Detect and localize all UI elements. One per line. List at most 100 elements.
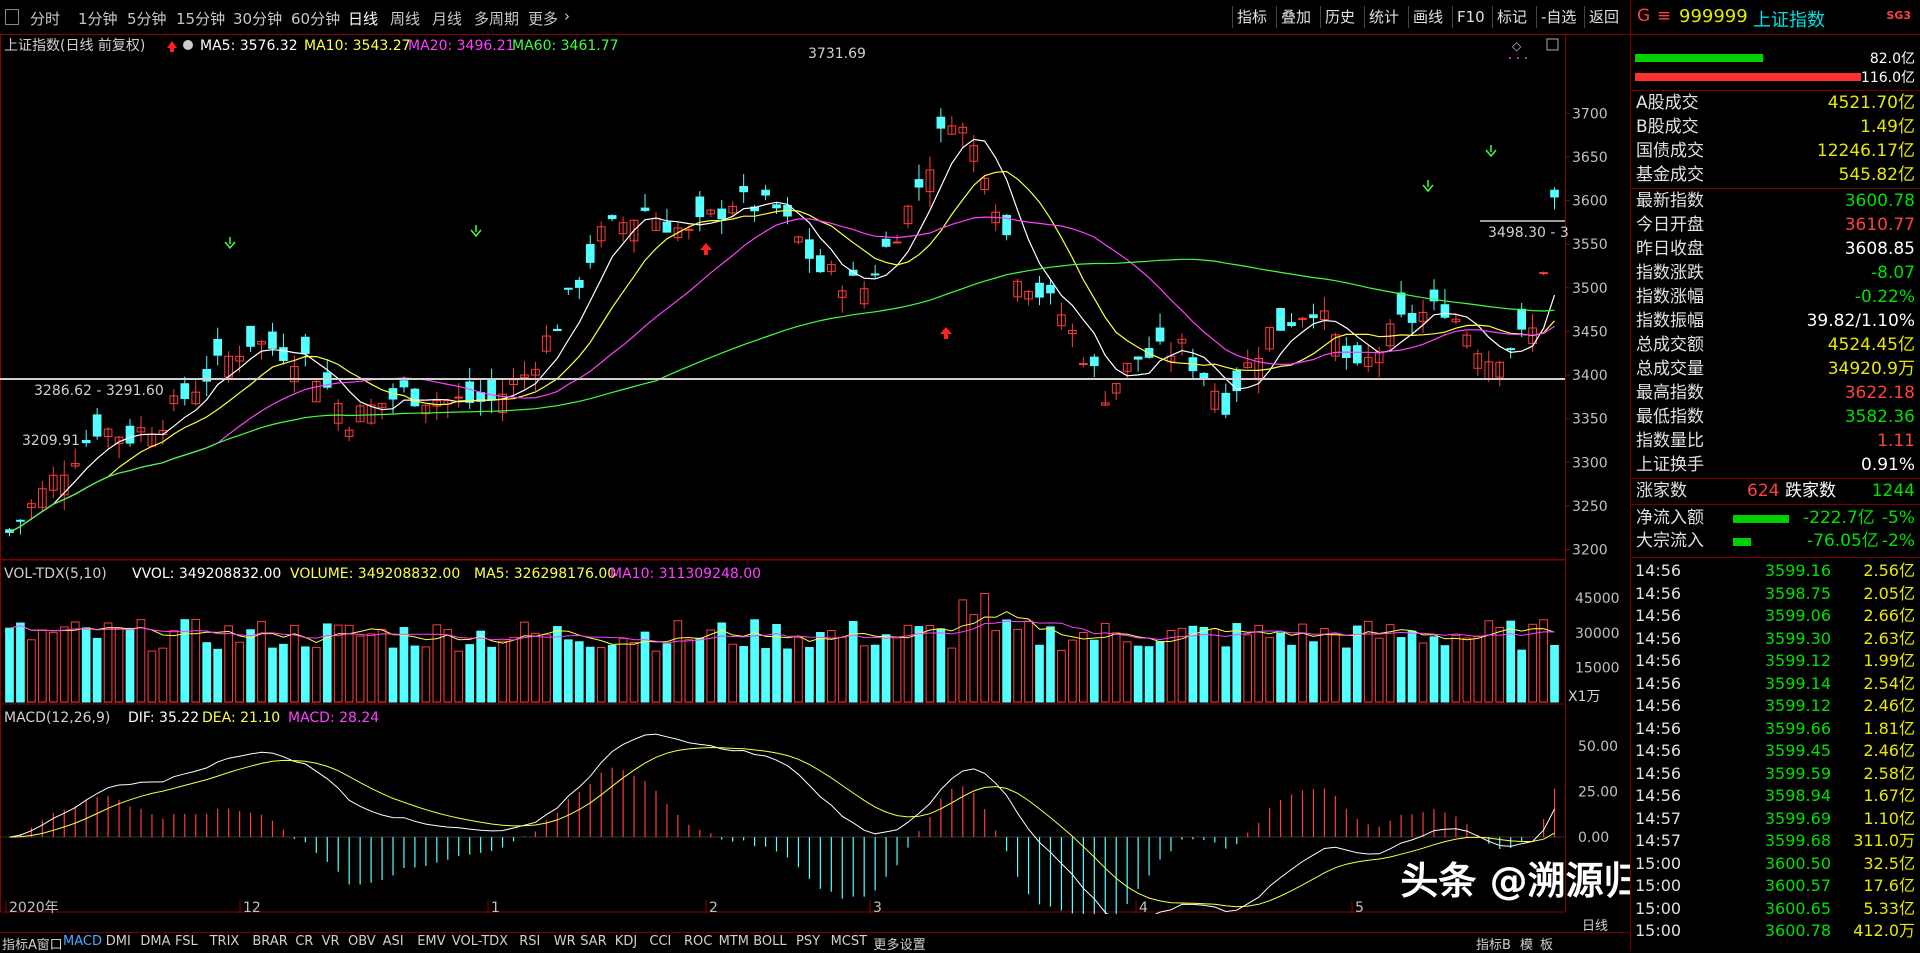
- history-button[interactable]: 历史: [1320, 6, 1359, 28]
- indicator-tab[interactable]: KDJ: [615, 934, 637, 949]
- indicator-tab[interactable]: BRAR: [252, 934, 287, 949]
- volume-y-axis: 15000 30000 45000: [1575, 591, 1620, 676]
- indicator-tab[interactable]: RSI: [519, 934, 540, 949]
- stat-label: 今日开盘: [1636, 215, 1704, 235]
- overlay-button[interactable]: 叠加: [1276, 6, 1315, 28]
- indicator-tab[interactable]: 更多: [873, 934, 899, 953]
- indicator-tab[interactable]: TRIX: [210, 934, 240, 949]
- tick-volume: 32.5亿: [1863, 853, 1915, 873]
- stat-row: 今日开盘 3610.77: [1631, 214, 1920, 237]
- volume-bar: [837, 636, 847, 703]
- high-label: 3731.69: [808, 46, 866, 62]
- indicator-tab[interactable]: MCST: [831, 934, 868, 949]
- volume-bar: [914, 626, 924, 703]
- kline-title: 上证指数(日线 前复权): [4, 37, 145, 54]
- y-tick-label: 3300: [1572, 455, 1608, 471]
- period-tab-60min[interactable]: 60分钟: [291, 8, 340, 29]
- indicator-tab[interactable]: DMI: [106, 934, 131, 949]
- period-tab-1min[interactable]: 1分钟: [78, 8, 118, 29]
- period-tab-weekly[interactable]: 周线: [390, 8, 420, 29]
- tick-row: 14:57 3599.68 311.0万: [1631, 830, 1920, 853]
- candle: [301, 336, 310, 354]
- candle: [695, 196, 705, 218]
- indicator-tab[interactable]: OBV: [348, 934, 376, 949]
- indicator-tab[interactable]: FSL: [175, 934, 198, 949]
- volume-bar: [421, 646, 431, 703]
- draw-line-button[interactable]: 画线: [1408, 6, 1447, 28]
- stat-value: 3582.36: [1844, 407, 1915, 427]
- volume-bar: [125, 627, 135, 703]
- period-tab-5min[interactable]: 5分钟: [127, 8, 167, 29]
- volume-bar: [1517, 649, 1526, 703]
- tick-volume: 2.54亿: [1863, 673, 1915, 693]
- volume-bar: [794, 637, 803, 703]
- volume-bar: [114, 627, 124, 703]
- mark-button[interactable]: 标记: [1492, 6, 1531, 28]
- symbol-header[interactable]: G ≡ 999999 上证指数 SG3: [1631, 6, 1920, 31]
- indicator-tab[interactable]: EMV: [417, 934, 445, 949]
- indicator-b-tab[interactable]: 指标B: [1476, 934, 1511, 953]
- inflow-bar-value: 82.0亿: [1869, 51, 1915, 67]
- indicator-tab[interactable]: MACD: [63, 934, 102, 949]
- indicator-tab[interactable]: ROC: [684, 934, 712, 949]
- volume-bar: [629, 641, 639, 703]
- indicator-tab[interactable]: WR: [554, 934, 576, 949]
- indicator-tab[interactable]: VOL-TDX: [452, 934, 508, 949]
- stat-label: 总成交量: [1636, 359, 1704, 379]
- menu-icon[interactable]: ≡: [1657, 6, 1671, 26]
- volume-bar: [1418, 642, 1428, 703]
- period-tab-daily[interactable]: 日线: [348, 8, 378, 29]
- volume-bar: [1111, 632, 1121, 703]
- settings-icon[interactable]: [183, 40, 193, 50]
- period-tab-more[interactable]: 更多: [528, 8, 558, 29]
- indicator-tab[interactable]: BOLL: [753, 934, 786, 949]
- volume-bar: [1298, 623, 1307, 703]
- kline-chart-area[interactable]: 上证指数(日线 前复权) MA5: 3576.32 MA10: 3543.27 …: [0, 34, 1630, 914]
- volume-bar: [1013, 628, 1022, 703]
- board-tab[interactable]: 板: [1540, 934, 1553, 953]
- period-tab-30min[interactable]: 30分钟: [233, 8, 282, 29]
- f10-button[interactable]: F10: [1452, 6, 1489, 28]
- tick-volume: 5.33亿: [1863, 898, 1915, 918]
- indicator-tab[interactable]: DMA: [140, 934, 170, 949]
- tick-price: 3599.45: [1764, 741, 1831, 760]
- stats-button[interactable]: 统计: [1364, 6, 1403, 28]
- period-tab-fenshi[interactable]: 分时: [30, 8, 60, 29]
- indicator-button[interactable]: 指标: [1232, 6, 1271, 28]
- indicator-tab[interactable]: PSY: [796, 934, 820, 949]
- indicator-tab[interactable]: SAR: [580, 934, 606, 949]
- chevron-right-icon[interactable]: ›: [564, 7, 570, 25]
- volume-bar: [1287, 644, 1296, 703]
- watermark-text: 头条 @溯源归一: [1400, 859, 1630, 903]
- period-tab-monthly[interactable]: 月线: [432, 8, 462, 29]
- indicator-tab[interactable]: CR: [295, 934, 313, 949]
- candle: [1133, 356, 1143, 360]
- indicator-tab[interactable]: ASI: [383, 934, 404, 949]
- diamond-icon[interactable]: ◇: [1512, 39, 1522, 53]
- turnover-value: 4521.70亿: [1827, 93, 1915, 113]
- tick-price: 3599.30: [1764, 628, 1831, 648]
- net-inflow-bar: [1733, 515, 1789, 523]
- period-tab-15min[interactable]: 15分钟: [176, 8, 225, 29]
- candle: [279, 347, 288, 361]
- candle: [246, 325, 255, 347]
- indicator-tab[interactable]: 指标A: [2, 934, 37, 953]
- indicator-tab[interactable]: MTM: [719, 934, 749, 949]
- indicator-tab[interactable]: 窗口: [37, 934, 63, 953]
- indicator-tab[interactable]: VR: [322, 934, 340, 949]
- volume-bar: [1243, 634, 1253, 703]
- indicator-tab[interactable]: 设置: [900, 934, 926, 953]
- macd-title: MACD(12,26,9): [4, 710, 110, 726]
- volume-bar: [1276, 632, 1285, 703]
- macd-histogram: [0, 733, 1565, 914]
- indicator-tab[interactable]: CCI: [649, 934, 671, 949]
- turnover-value: 12246.17亿: [1816, 141, 1915, 161]
- template-tab[interactable]: 模: [1520, 934, 1533, 953]
- maximize-icon[interactable]: [1546, 38, 1559, 51]
- add-watchlist-button[interactable]: -自选: [1536, 6, 1580, 28]
- back-button[interactable]: 返回: [1584, 6, 1623, 28]
- period-tab-multi[interactable]: 多周期: [474, 8, 519, 29]
- volume-bar: [1363, 620, 1373, 703]
- toolbar-menu-icon[interactable]: [5, 9, 19, 25]
- turnover-row: 国债成交 12246.17亿: [1631, 140, 1920, 163]
